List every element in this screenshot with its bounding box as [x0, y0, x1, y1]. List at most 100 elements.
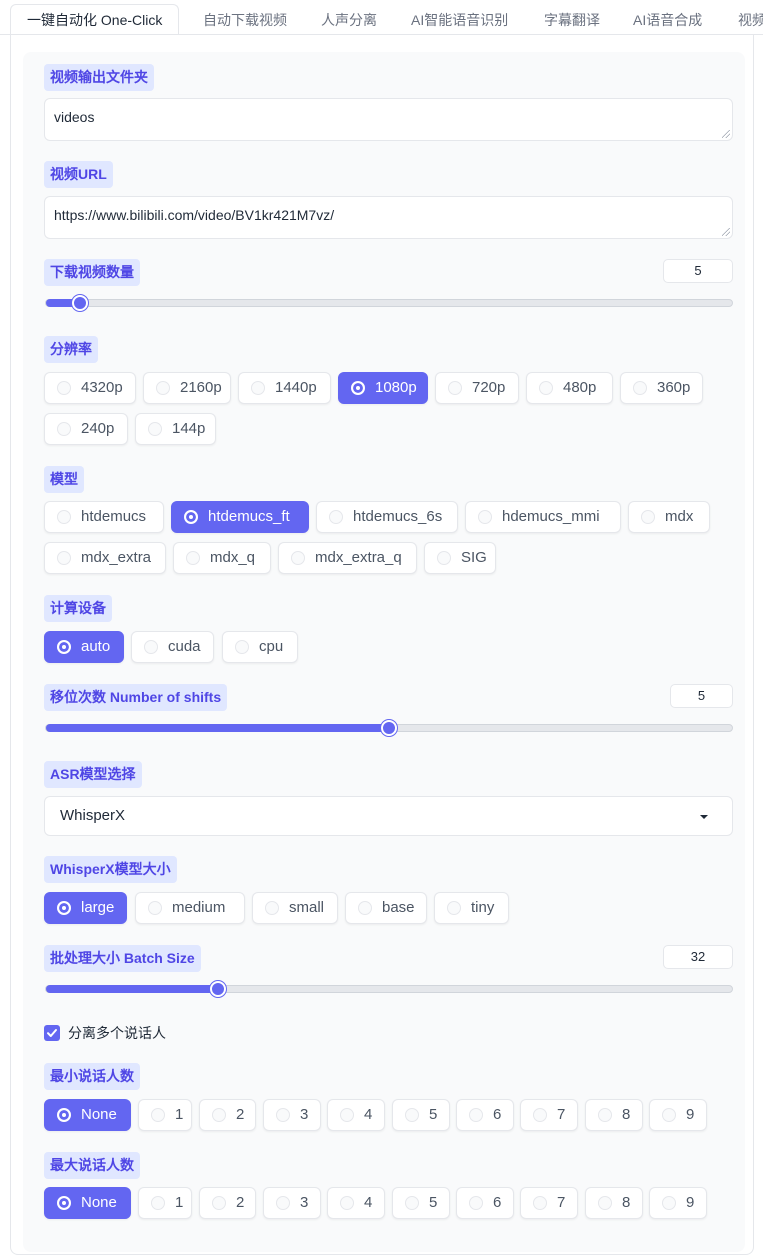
tab-tts[interactable]: AI语音合成 — [633, 6, 702, 34]
radio-icon — [57, 422, 71, 436]
whisper-size-option[interactable]: tiny — [434, 892, 509, 924]
option-label: 144p — [172, 420, 206, 437]
resize-handle[interactable] — [722, 130, 730, 138]
resolution-option[interactable]: 144p — [135, 413, 216, 445]
batch-size-label: 批处理大小 Batch Size — [44, 945, 201, 972]
tab-vocal-separation[interactable]: 人声分离 — [321, 6, 377, 34]
max-speakers-option[interactable]: 8 — [585, 1187, 643, 1219]
max-speakers-option[interactable]: 4 — [327, 1187, 385, 1219]
option-label: 9 — [686, 1194, 695, 1211]
model-option[interactable]: htdemucs_6s — [316, 501, 458, 533]
option-label: 3 — [300, 1106, 309, 1123]
video-url-input[interactable]: https://www.bilibili.com/video/BV1kr421M… — [44, 196, 733, 239]
max-speakers-option[interactable]: 9 — [649, 1187, 707, 1219]
slider-fill — [46, 724, 389, 732]
batch-size-slider[interactable] — [45, 981, 733, 997]
download-count-number[interactable]: 5 — [663, 259, 733, 283]
video-folder-input[interactable]: videos — [44, 98, 733, 141]
min-speakers-option[interactable]: 8 — [585, 1099, 643, 1131]
option-label: htdemucs — [81, 508, 147, 525]
radio-icon — [265, 901, 279, 915]
whisper-size-option[interactable]: medium — [135, 892, 245, 924]
resolution-label: 分辨率 — [44, 336, 98, 363]
device-option[interactable]: auto — [44, 631, 124, 663]
option-label: None — [81, 1194, 117, 1211]
radio-icon — [148, 901, 162, 915]
shifts-number[interactable]: 5 — [670, 684, 733, 708]
tab-auto-download[interactable]: 自动下载视频 — [203, 6, 287, 34]
resolution-option[interactable]: 480p — [526, 372, 613, 404]
min-speakers-option[interactable]: 7 — [520, 1099, 578, 1131]
resolution-option[interactable]: 4320p — [44, 372, 136, 404]
max-speakers-option[interactable]: 7 — [520, 1187, 578, 1219]
radio-icon — [405, 1196, 419, 1210]
min-speakers-option[interactable]: 2 — [199, 1099, 256, 1131]
model-option[interactable]: htdemucs — [44, 501, 164, 533]
diarize-checkbox[interactable] — [44, 1025, 60, 1041]
max-speakers-option[interactable]: 6 — [456, 1187, 514, 1219]
max-speakers-option[interactable]: None — [44, 1187, 131, 1219]
asr-select[interactable]: WhisperX — [44, 796, 733, 836]
model-option[interactable]: SIG — [424, 542, 496, 574]
option-label: 1080p — [375, 379, 417, 396]
radio-icon — [405, 1108, 419, 1122]
radio-icon — [251, 381, 265, 395]
slider-thumb[interactable] — [381, 720, 397, 736]
min-speakers-option[interactable]: 1 — [138, 1099, 192, 1131]
max-speakers-option[interactable]: 2 — [199, 1187, 256, 1219]
max-speakers-option[interactable]: 5 — [392, 1187, 450, 1219]
model-option[interactable]: htdemucs_ft — [171, 501, 309, 533]
min-speakers-option[interactable]: 6 — [456, 1099, 514, 1131]
radio-icon — [340, 1108, 354, 1122]
radio-icon — [448, 381, 462, 395]
resolution-option[interactable]: 2160p — [143, 372, 231, 404]
min-speakers-option[interactable]: 5 — [392, 1099, 450, 1131]
model-option[interactable]: mdx_extra_q — [278, 542, 417, 574]
option-label: medium — [172, 899, 226, 916]
max-speakers-option[interactable]: 3 — [263, 1187, 321, 1219]
min-speakers-option[interactable]: 3 — [263, 1099, 321, 1131]
device-option[interactable]: cpu — [222, 631, 298, 663]
whisper-size-option[interactable]: large — [44, 892, 127, 924]
caret-down-icon — [700, 815, 708, 819]
batch-size-number[interactable]: 32 — [663, 945, 733, 969]
radio-icon — [276, 1196, 290, 1210]
tab-video[interactable]: 视频 — [738, 6, 763, 34]
model-option[interactable]: hdemucs_mmi — [465, 501, 621, 533]
tab-one-click[interactable]: 一键自动化 One-Click — [10, 4, 180, 34]
resolution-option[interactable]: 1080p — [338, 372, 428, 404]
resolution-option[interactable]: 240p — [44, 413, 128, 445]
min-speakers-option[interactable]: 4 — [327, 1099, 385, 1131]
model-option[interactable]: mdx_extra — [44, 542, 166, 574]
resolution-option[interactable]: 1440p — [238, 372, 331, 404]
whisper-size-option[interactable]: base — [345, 892, 427, 924]
option-label: 1 — [175, 1106, 184, 1123]
min-speakers-option[interactable]: None — [44, 1099, 131, 1131]
model-option[interactable]: mdx — [628, 501, 710, 533]
option-label: 5 — [429, 1106, 438, 1123]
tab-speech-recognition[interactable]: AI智能语音识别 — [411, 6, 508, 34]
download-count-slider[interactable] — [45, 295, 733, 311]
radio-icon — [662, 1196, 676, 1210]
option-label: mdx — [665, 508, 694, 525]
device-option[interactable]: cuda — [131, 631, 214, 663]
radio-icon — [329, 510, 343, 524]
slider-thumb[interactable] — [209, 981, 226, 997]
video-url-value: https://www.bilibili.com/video/BV1kr421M… — [54, 207, 335, 223]
model-option[interactable]: mdx_q — [173, 542, 271, 574]
tab-subtitle-translation[interactable]: 字幕翻译 — [544, 6, 600, 34]
resize-handle[interactable] — [722, 228, 730, 236]
option-label: 2 — [236, 1194, 245, 1211]
download-count-label: 下载视频数量 — [44, 259, 140, 286]
max-speakers-option[interactable]: 1 — [138, 1187, 192, 1219]
min-speakers-label: 最小说话人数 — [44, 1063, 140, 1090]
radio-icon — [151, 1108, 165, 1122]
radio-icon — [641, 510, 655, 524]
option-label: 2160p — [180, 379, 222, 396]
resolution-option[interactable]: 720p — [435, 372, 519, 404]
option-label: large — [81, 899, 115, 916]
whisper-size-option[interactable]: small — [252, 892, 338, 924]
min-speakers-option[interactable]: 9 — [649, 1099, 707, 1131]
shifts-slider[interactable] — [45, 720, 733, 736]
resolution-option[interactable]: 360p — [620, 372, 703, 404]
